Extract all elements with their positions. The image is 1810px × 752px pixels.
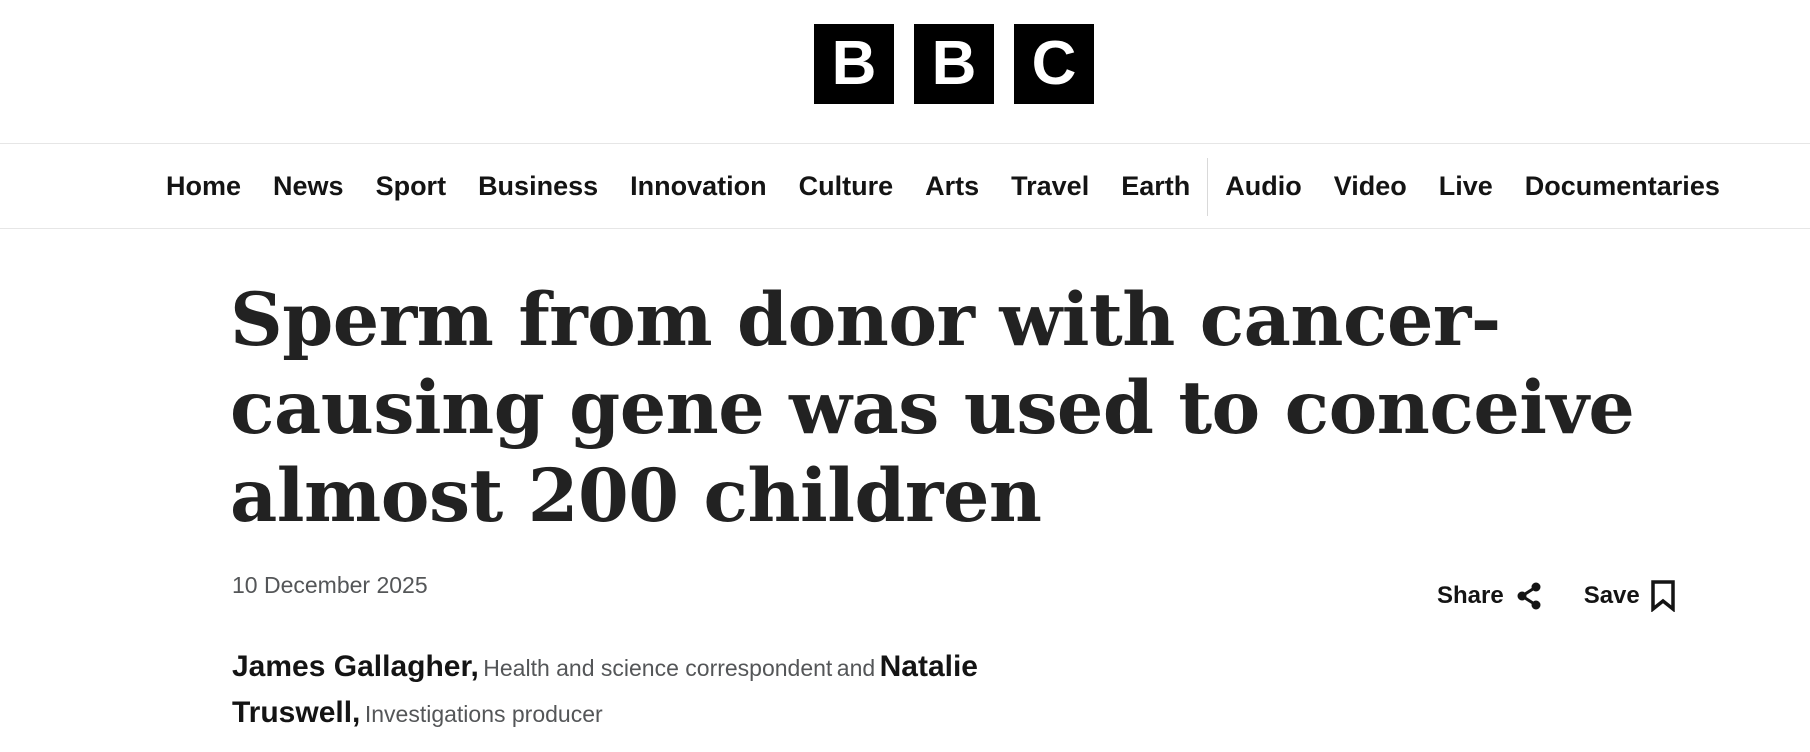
- byline-conjunction: and: [836, 655, 876, 681]
- article-headline: Sperm from donor with cancer-causing gen…: [230, 277, 1635, 539]
- nav-item-audio[interactable]: Audio: [1209, 171, 1317, 202]
- logo-block-b1: B: [814, 24, 894, 104]
- byline: James Gallagher, Health and science corr…: [232, 646, 1092, 738]
- nav-item-business[interactable]: Business: [462, 171, 614, 202]
- nav-item-home[interactable]: Home: [150, 171, 257, 202]
- masthead: B B C: [0, 0, 1810, 144]
- nav-item-sport[interactable]: Sport: [360, 171, 463, 202]
- nav-item-documentaries[interactable]: Documentaries: [1509, 171, 1736, 202]
- nav-item-video[interactable]: Video: [1318, 171, 1423, 202]
- nav-divider: [1207, 157, 1209, 216]
- logo-block-c: C: [1014, 24, 1094, 104]
- nav-item-culture[interactable]: Culture: [783, 171, 910, 202]
- nav-item-innovation[interactable]: Innovation: [614, 171, 783, 202]
- share-icon: [1514, 581, 1544, 611]
- save-label: Save: [1583, 582, 1640, 609]
- article-date: 10 December 2025: [232, 572, 428, 598]
- save-button[interactable]: Save: [1584, 580, 1676, 612]
- nav-item-travel[interactable]: Travel: [995, 171, 1105, 202]
- bbc-logo[interactable]: B B C: [814, 24, 1094, 104]
- article-actions: Share Save: [1437, 580, 1676, 612]
- nav-item-news[interactable]: News: [257, 171, 360, 202]
- nav-item-live[interactable]: Live: [1423, 171, 1509, 202]
- author-name[interactable]: James Gallagher,: [232, 650, 479, 683]
- share-label: Share: [1437, 582, 1504, 609]
- author-role: Investigations producer: [364, 701, 603, 727]
- bookmark-icon: [1650, 580, 1676, 612]
- author-role: Health and science correspondent: [483, 655, 833, 681]
- nav-item-arts[interactable]: Arts: [909, 171, 995, 202]
- nav-item-earth[interactable]: Earth: [1105, 171, 1206, 202]
- share-button[interactable]: Share: [1437, 581, 1544, 611]
- main-navigation: Home News Sport Business Innovation Cult…: [0, 145, 1810, 229]
- nav-list: Home News Sport Business Innovation Cult…: [150, 145, 1736, 228]
- logo-block-b2: B: [914, 24, 994, 104]
